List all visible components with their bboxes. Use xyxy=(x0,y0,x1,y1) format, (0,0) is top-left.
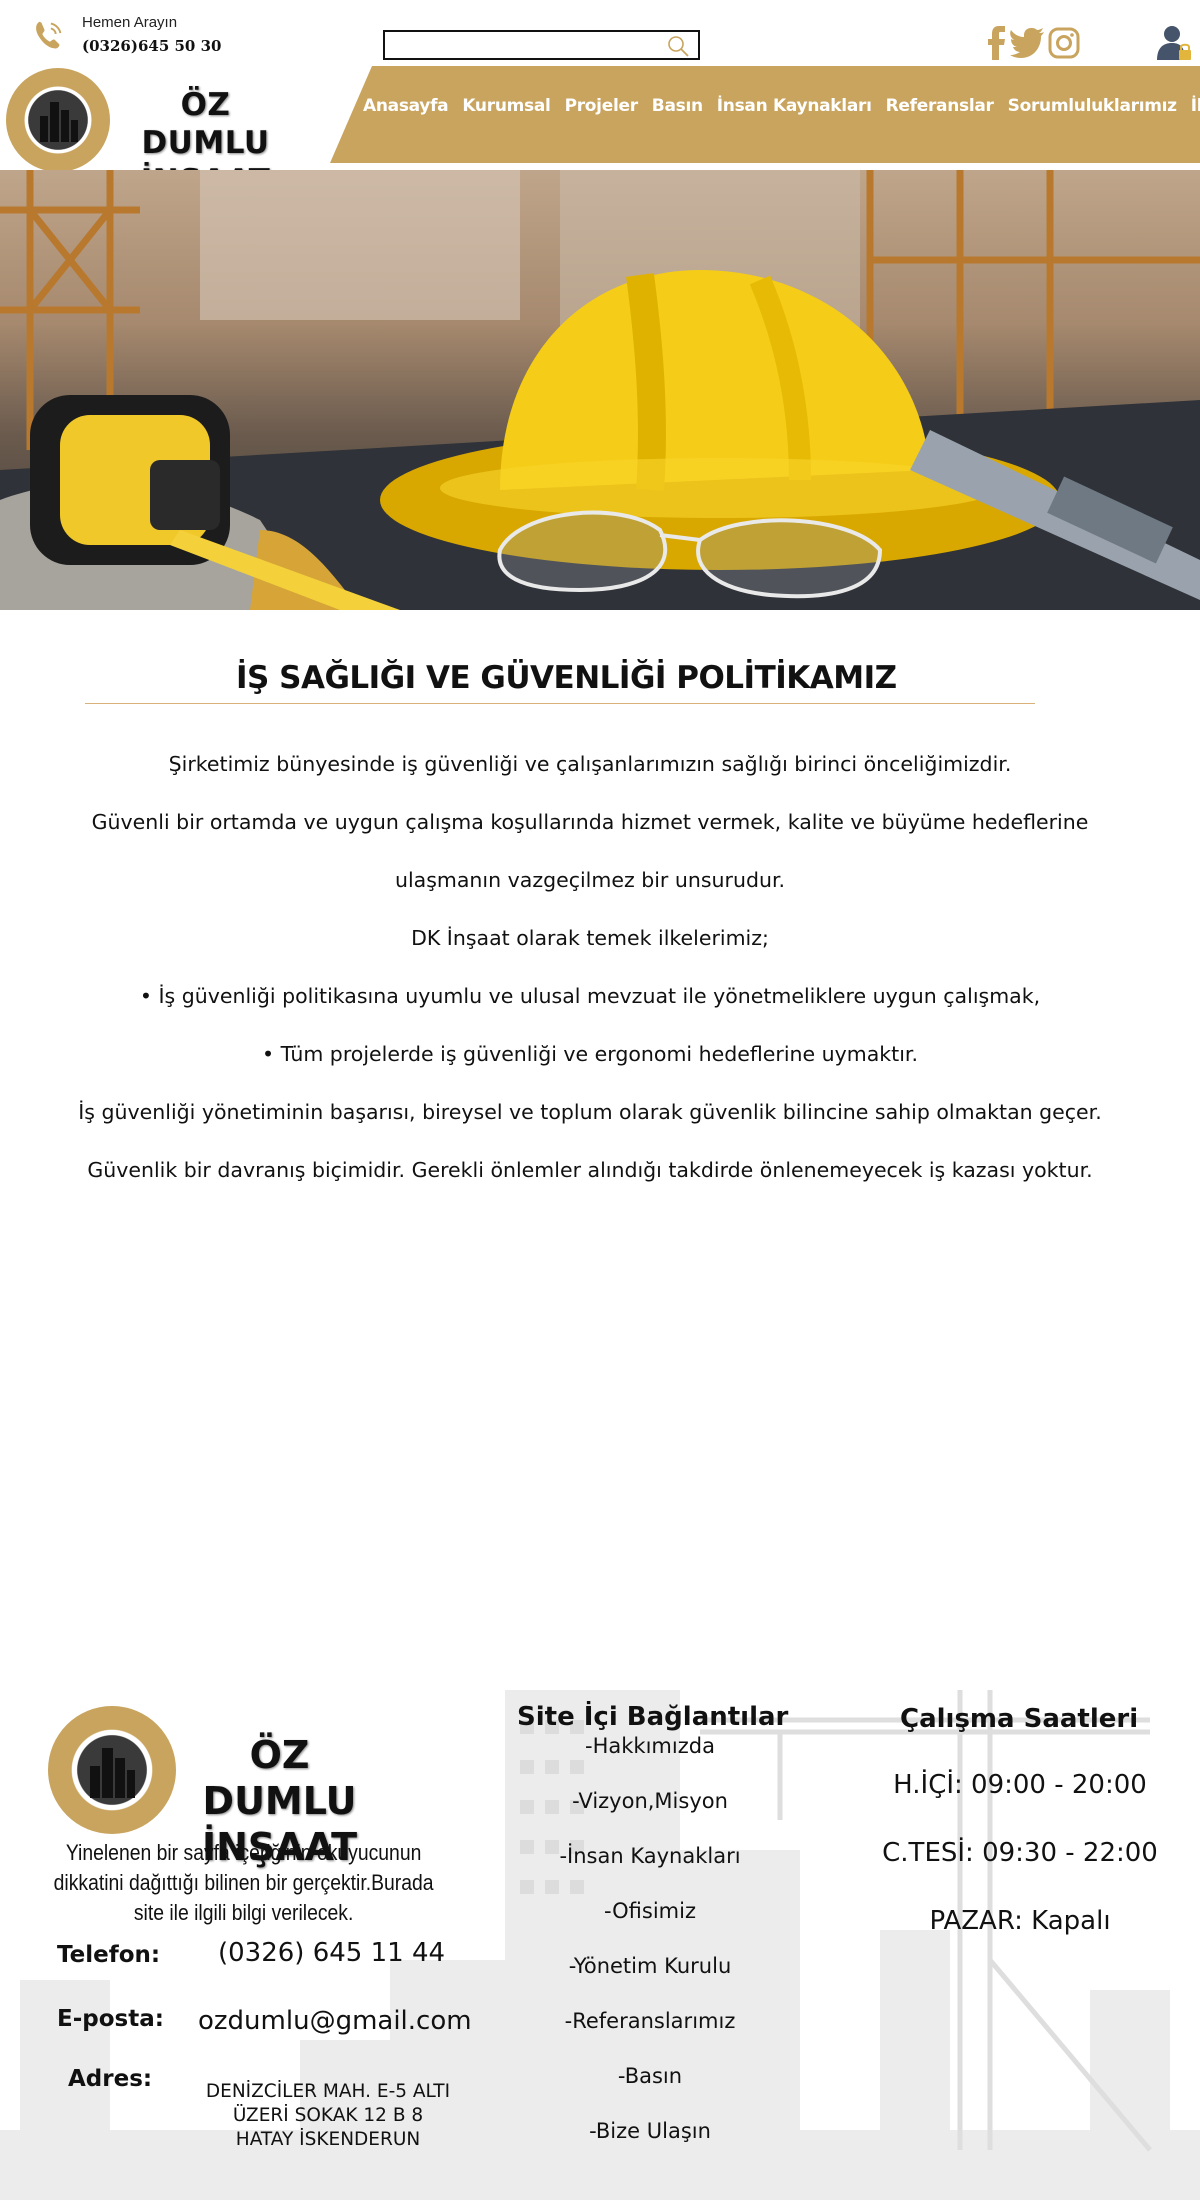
page-title: İŞ SAĞLIĞI VE GÜVENLİĞİ POLİTİKAMIZ xyxy=(236,660,897,696)
hours-sunday: PAZAR: Kapalı xyxy=(929,1906,1111,1936)
footer-link-basin[interactable]: -Basın xyxy=(500,2064,800,2088)
footer-link-yonetim-kurulu[interactable]: -Yönetim Kurulu xyxy=(500,1954,800,1978)
address-label: Adres: xyxy=(68,2066,153,2092)
footer-link-bize-ulasin[interactable]: -Bize Ulaşın xyxy=(500,2119,800,2143)
footer-logo[interactable]: ÖZ DUMLU İNŞAAT xyxy=(48,1700,378,1869)
social-links xyxy=(988,26,1080,64)
nav-item-iletisim[interactable]: İletişim xyxy=(1191,96,1200,116)
footer-logo-line-1: ÖZ DUMLU xyxy=(202,1733,357,1823)
call-block[interactable]: Hemen Arayın (0326)645 50 30 xyxy=(30,12,221,57)
site-footer: ÖZ DUMLU İNŞAAT Yinelenen bir sayfa içer… xyxy=(0,1680,1200,2200)
phone-icon xyxy=(36,21,62,48)
policy-paragraph: DK İnşaat olarak temek ilkelerimiz; xyxy=(411,926,769,950)
logo-line-1: ÖZ DUMLU xyxy=(141,87,270,161)
policy-paragraph: ulaşmanın vazgeçilmez bir unsurudur. xyxy=(394,868,786,892)
nav-item-insan-kaynaklari[interactable]: İnsan Kaynakları xyxy=(717,96,872,116)
site-header: Hemen Arayın (0326)645 50 30 ÖZ DUMLU An… xyxy=(0,0,1200,199)
nav-item-kurumsal[interactable]: Kurumsal xyxy=(462,96,551,116)
address-value: DENİZCİLER MAH. E-5 ALTI ÜZERİ SOKAK 12 … xyxy=(198,2080,458,2152)
call-text: Hemen Arayın (0326)645 50 30 xyxy=(82,12,221,57)
policy-paragraph: Güvenli bir ortamda ve uygun çalışma koş… xyxy=(91,810,1089,834)
hero-safety-gear-illustration xyxy=(0,170,1200,610)
hours-saturday: C.TESİ: 09:30 - 22:00 xyxy=(882,1838,1158,1868)
policy-paragraph: İş güvenliği yönetiminin başarısı, birey… xyxy=(78,1100,1102,1124)
policy-paragraph: Şirketimiz bünyesinde iş güvenliği ve ça… xyxy=(168,752,1012,776)
search-input[interactable] xyxy=(385,32,645,58)
address-line: ÜZERİ SOKAK 12 B 8 xyxy=(232,2105,424,2126)
policy-paragraph: Güvenlik bir davranış biçimidir. Gerekli… xyxy=(87,1158,1093,1182)
site-links-title: Site İçi Bağlantılar xyxy=(517,1702,789,1732)
logo-buildings-icon xyxy=(40,102,78,142)
working-hours-title: Çalışma Saatleri xyxy=(900,1704,1139,1734)
phone-label: Telefon: xyxy=(57,1942,161,1968)
email-value[interactable]: ozdumlu@gmail.com xyxy=(198,2006,472,2036)
twitter-icon[interactable] xyxy=(1010,28,1044,62)
nav-item-sorumluluklarimiz[interactable]: Sorumluluklarımız xyxy=(1008,96,1177,116)
phone-value[interactable]: (0326) 645 11 44 xyxy=(218,1938,445,1968)
site-logo[interactable]: ÖZ DUMLU İNŞAAT xyxy=(4,64,289,199)
nav-item-referanslar[interactable]: Referanslar xyxy=(886,96,994,116)
footer-link-ofisimiz[interactable]: -Ofisimiz xyxy=(500,1899,800,1923)
hero-banner-image xyxy=(0,170,1200,610)
footer-logo-emblem xyxy=(48,1706,176,1834)
facebook-icon[interactable] xyxy=(988,26,1006,64)
logo-emblem xyxy=(6,68,110,172)
footer-description: Yinelenen bir sayfa içeriğinin okuyucunu… xyxy=(53,1840,434,1925)
address-line: DENİZCİLER MAH. E-5 ALTI xyxy=(205,2081,451,2102)
user-login-icon[interactable] xyxy=(1155,24,1193,62)
nav-item-basin[interactable]: Basın xyxy=(652,96,703,116)
nav-item-anasayfa[interactable]: Anasayfa xyxy=(363,96,449,116)
call-number[interactable]: (0326)645 50 30 xyxy=(82,35,221,58)
address-line: HATAY İSKENDERUN xyxy=(235,2129,421,2150)
email-label: E-posta: xyxy=(57,2006,164,2032)
policy-bullet: • Tüm projelerde iş güvenliği ve ergonom… xyxy=(262,1042,918,1066)
hours-weekdays: H.İÇİ: 09:00 - 20:00 xyxy=(893,1770,1147,1800)
search-box xyxy=(383,30,700,60)
footer-link-vizyon-misyon[interactable]: -Vizyon,Misyon xyxy=(500,1789,800,1813)
footer-logo-buildings-icon xyxy=(90,1748,135,1798)
call-label: Hemen Arayın xyxy=(82,14,178,31)
policy-bullet: • İş güvenliği politikasına uyumlu ve ul… xyxy=(139,984,1041,1008)
footer-link-referanslarimiz[interactable]: -Referanslarımız xyxy=(500,2009,800,2033)
search-icon[interactable] xyxy=(666,34,690,58)
main-nav: Anasayfa Kurumsal Projeler Basın İnsan K… xyxy=(330,66,1200,163)
nav-item-projeler[interactable]: Projeler xyxy=(565,96,639,116)
instagram-icon[interactable] xyxy=(1048,27,1080,63)
title-divider xyxy=(85,703,1035,704)
footer-link-hakkimizda[interactable]: -Hakkımızda xyxy=(500,1734,800,1758)
footer-link-insan-kaynaklari[interactable]: -İnsan Kaynakları xyxy=(500,1844,800,1868)
